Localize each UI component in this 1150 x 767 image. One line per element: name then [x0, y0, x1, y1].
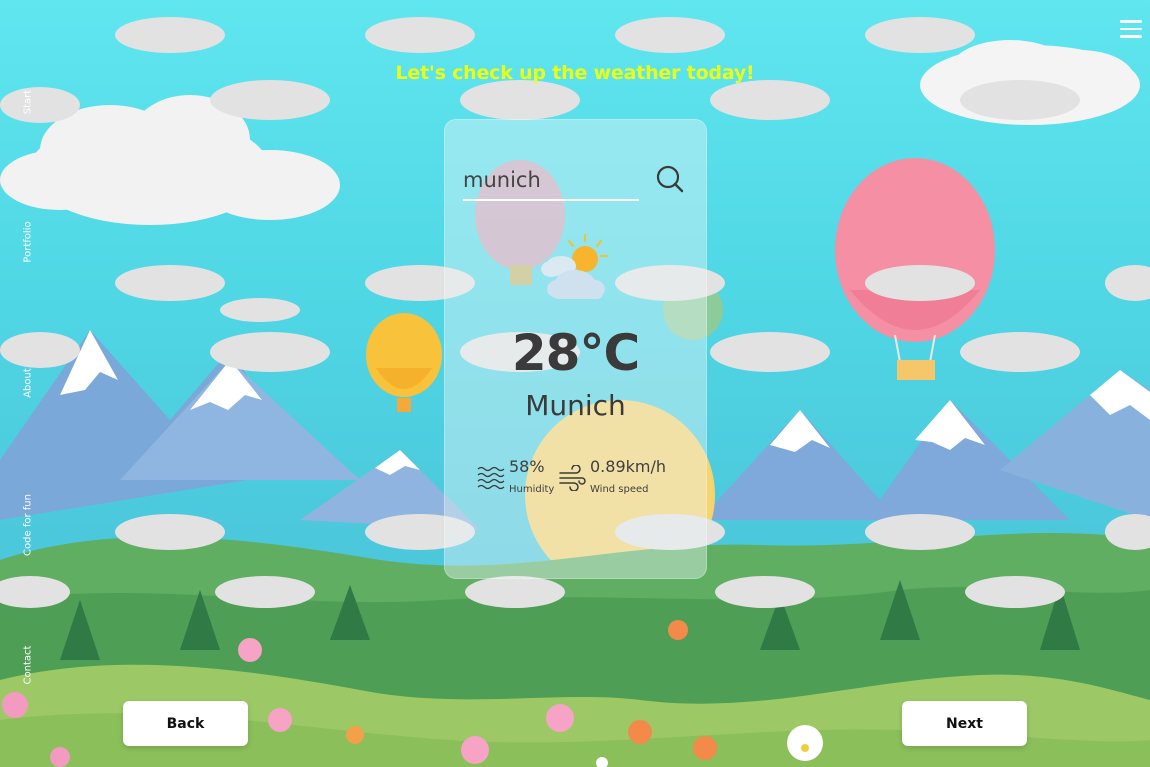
search-input[interactable]: [463, 163, 639, 197]
humidity-value: 58%: [509, 457, 545, 476]
partly-cloudy-icon: [539, 231, 614, 303]
hamburger-menu-icon[interactable]: [1120, 20, 1142, 40]
back-button[interactable]: Back: [123, 701, 248, 746]
search-icon[interactable]: [654, 163, 686, 195]
wind-speed-label: Wind speed: [590, 484, 649, 495]
sidenav-item-portfolio[interactable]: Portfolio: [23, 221, 34, 262]
page-headline: Let's check up the weather today!: [395, 62, 755, 84]
humidity-label: Humidity: [509, 484, 555, 495]
wind-speed-value: 0.89km/h: [590, 457, 667, 476]
sidenav-item-about[interactable]: About: [23, 368, 34, 398]
sidenav-item-contact[interactable]: Contact: [23, 646, 34, 685]
hot-air-balloon-left: [366, 313, 442, 412]
search-field: [463, 163, 639, 201]
wind-icon: [559, 465, 586, 491]
weather-card: 28°C Munich 58% Humidity: [444, 119, 707, 579]
sidenav-item-start[interactable]: Start: [23, 90, 34, 114]
city-name: Munich: [525, 389, 626, 422]
sidenav-item-code-for-fun[interactable]: Code for fun: [23, 494, 34, 556]
side-navigation: Start Portfolio About Code for fun Conta…: [0, 0, 60, 767]
weather-app-page: Let's check up the weather today! Start …: [0, 0, 1150, 767]
humidity-waves-icon: [477, 466, 505, 490]
temperature-value: 28°C: [511, 324, 640, 382]
next-button[interactable]: Next: [902, 701, 1027, 746]
